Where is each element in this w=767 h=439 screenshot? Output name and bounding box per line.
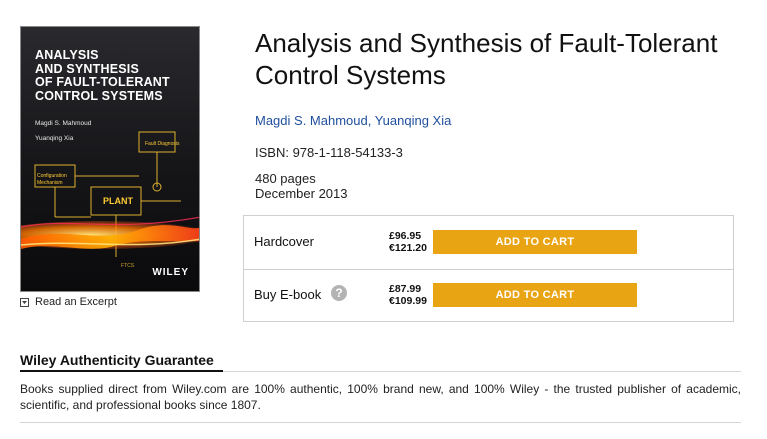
- price-eur: €109.99: [389, 295, 427, 307]
- read-excerpt-label: Read an Excerpt: [35, 296, 117, 308]
- book-isbn: ISBN: 978-1-118-54133-3: [255, 145, 403, 160]
- chevron-down-icon: [20, 297, 29, 307]
- book-pages: 480 pages: [255, 171, 316, 186]
- format-name: Buy E-book: [254, 287, 322, 302]
- publisher-logo: WILEY: [152, 267, 189, 278]
- guarantee-heading: Wiley Authenticity Guarantee: [20, 352, 214, 368]
- price-eur: €121.20: [389, 242, 427, 254]
- cover-label-mechanism: Mechanism: [37, 180, 63, 186]
- price-gbp: £96.95: [389, 230, 422, 242]
- cover-label-fault-diagnosis: Fault Diagnosis: [145, 141, 180, 147]
- cover-author-2: Yuanqing Xia: [35, 135, 74, 142]
- cover-title: ANALYSIS AND SYNTHESIS OF FAULT-TOLERANT…: [35, 48, 170, 103]
- cover-author-1: Magdi S. Mahmoud: [35, 120, 92, 127]
- purchase-options: Hardcover £96.95 €121.20 ADD TO CART Buy…: [243, 215, 734, 322]
- add-to-cart-button[interactable]: ADD TO CART: [433, 283, 637, 307]
- publication-date: December 2013: [255, 186, 348, 201]
- read-excerpt-link[interactable]: Read an Excerpt: [20, 296, 117, 308]
- format-name: Hardcover: [254, 234, 314, 249]
- question-mark-icon[interactable]: ?: [331, 285, 347, 301]
- book-cover[interactable]: Fault Diagnosis Configuration Mechanism …: [20, 26, 200, 292]
- cover-label-ftcs: FTCS: [121, 263, 135, 269]
- guarantee-text: Books supplied direct from Wiley.com are…: [20, 382, 741, 412]
- format-row-hardcover: Hardcover £96.95 €121.20 ADD TO CART: [244, 216, 733, 270]
- cover-label-plant: PLANT: [103, 196, 133, 206]
- book-authors-link[interactable]: Magdi S. Mahmoud, Yuanqing Xia: [255, 113, 451, 128]
- cover-label-configuration: Configuration: [37, 173, 67, 179]
- add-to-cart-button[interactable]: ADD TO CART: [433, 230, 637, 254]
- format-row-ebook: Buy E-book ? £87.99 €109.99 ADD TO CART: [244, 269, 733, 322]
- price-gbp: £87.99: [389, 283, 422, 295]
- book-title: Analysis and Synthesis of Fault-Tolerant…: [255, 28, 718, 90]
- divider: [20, 422, 741, 423]
- heading-underline: [20, 370, 223, 372]
